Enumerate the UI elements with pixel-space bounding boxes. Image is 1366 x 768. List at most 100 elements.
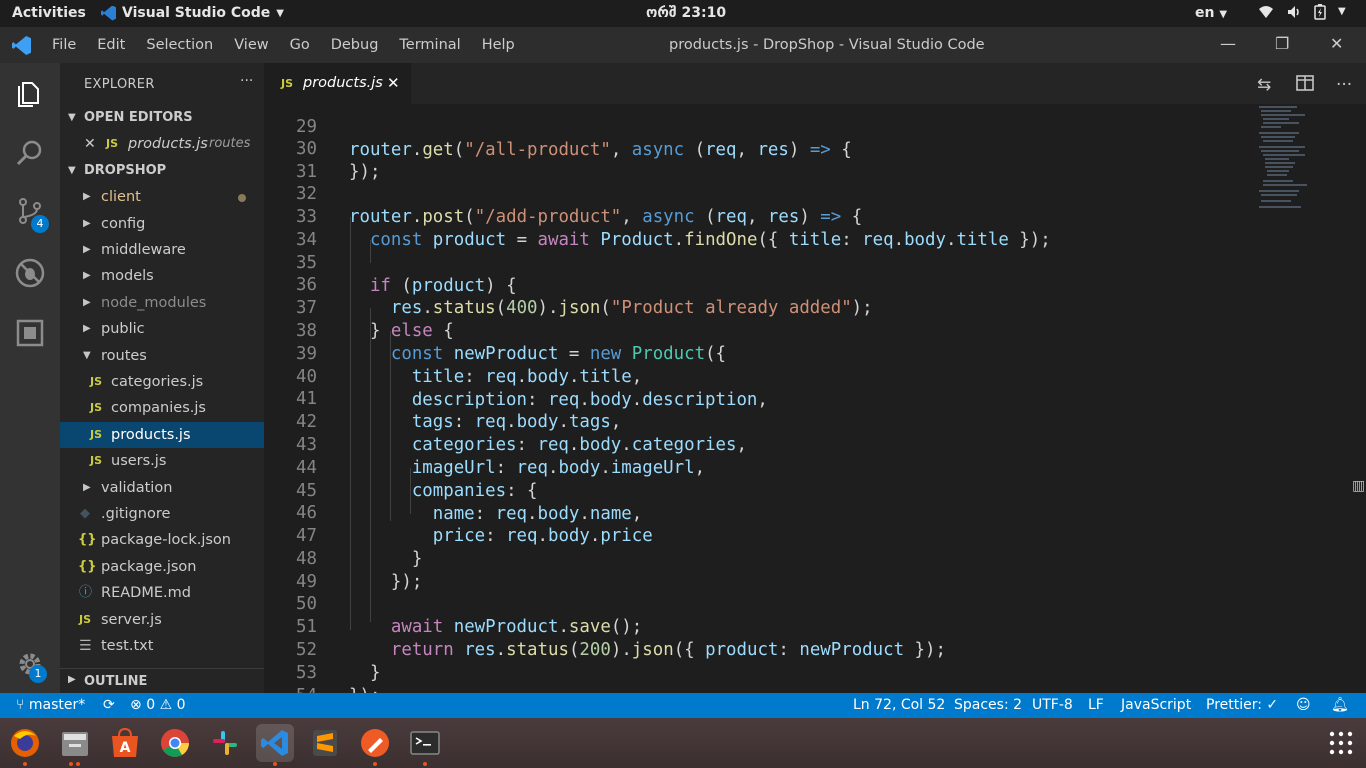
line-code: await newProduct.save(); (390, 617, 643, 637)
menu-edit[interactable]: Edit (97, 37, 125, 53)
sync-icon[interactable]: ⟳ (103, 697, 115, 713)
tree-folder-validation[interactable]: ▶ validation (60, 475, 264, 501)
search-icon[interactable] (14, 137, 46, 169)
tree-folder-routes[interactable]: ▼ routes (60, 343, 264, 369)
line-code: name: req.body.name, (432, 504, 643, 524)
tree-file-products[interactable]: JS products.js (60, 422, 264, 448)
feedback-smiley-icon[interactable]: ☺ (1296, 697, 1311, 713)
open-editor-folder: routes (209, 136, 251, 151)
restore-icon[interactable]: ❐ (1275, 34, 1289, 53)
menu-file[interactable]: File (52, 37, 76, 53)
line-code: if (product) { (369, 276, 517, 296)
terminal-icon[interactable] (406, 724, 444, 762)
chevron-right-icon: ▶ (83, 482, 91, 493)
chevron-right-icon: ▶ (83, 191, 91, 202)
system-clock[interactable]: ორშ 23:10 (646, 5, 726, 21)
close-editor-icon[interactable]: ✕ (84, 131, 96, 157)
open-editor-item[interactable]: ✕ JS products.js routes (60, 131, 264, 157)
tree-folder-middleware[interactable]: ▶ middleware (60, 237, 264, 263)
problems-indicator[interactable]: ⊗ 0 ⚠ 0 (130, 697, 186, 713)
close-tab-icon[interactable]: ✕ (387, 74, 400, 92)
minimap[interactable] (1259, 104, 1334, 224)
close-icon[interactable]: ✕ (1330, 34, 1343, 53)
end-of-line[interactable]: LF (1088, 697, 1104, 713)
code-line: 52 } (264, 616, 380, 683)
slack-icon[interactable] (206, 724, 244, 762)
running-indicator (423, 762, 427, 766)
code-line: 51 return res.status(200).json({ product… (264, 593, 946, 660)
open-editors-header[interactable]: ▼ OPEN EDITORS (60, 107, 264, 129)
tree-file-users[interactable]: JS users.js (60, 448, 264, 474)
software-center-icon[interactable]: A (106, 724, 144, 762)
more-actions-icon[interactable]: ··· (1336, 75, 1352, 95)
vscode-dock-icon[interactable] (256, 724, 294, 762)
code-editor[interactable]: 29 router.get("/all-product", async (req… (264, 104, 1366, 693)
input-language[interactable]: en ▼ (1195, 5, 1227, 21)
menu-go[interactable]: Go (290, 37, 310, 53)
split-editor-icon[interactable] (1296, 75, 1314, 96)
encoding[interactable]: UTF-8 (1032, 697, 1073, 713)
menu-bar: File Edit Selection View Go Debug Termin… (52, 37, 536, 53)
chrome-icon[interactable] (156, 724, 194, 762)
postman-icon[interactable] (356, 724, 394, 762)
firefox-icon[interactable] (6, 724, 44, 762)
tree-folder-models[interactable]: ▶ models (60, 263, 264, 289)
minimize-icon[interactable]: — (1220, 34, 1236, 53)
activities-button[interactable]: Activities (12, 5, 86, 21)
cursor-position[interactable]: Ln 72, Col 52 (853, 697, 945, 713)
system-tray[interactable]: ▼ (1258, 4, 1346, 24)
chevron-right-icon: ▶ (83, 244, 91, 255)
git-branch[interactable]: ⑂ master* (16, 697, 85, 713)
code-line: 41 tags: req.body.tags, (264, 365, 621, 432)
tree-folder-config[interactable]: ▶ config (60, 211, 264, 237)
explorer-icon[interactable] (14, 77, 46, 109)
more-actions-icon[interactable]: ··· (240, 73, 253, 89)
menu-view[interactable]: View (234, 37, 268, 53)
warning-count: 0 (176, 697, 186, 713)
code-line: 31 (264, 138, 317, 182)
tree-file-readme[interactable]: ⓘ README.md (60, 580, 264, 606)
tree-file-test[interactable]: ☰ test.txt (60, 633, 264, 659)
open-changes-icon[interactable]: ⇆ (1257, 75, 1271, 95)
menu-help[interactable]: Help (482, 37, 515, 53)
tree-label: test.txt (101, 638, 154, 654)
tree-label: users.js (111, 453, 167, 469)
line-code: imageUrl: req.body.imageUrl, (411, 458, 706, 478)
files-icon[interactable] (56, 724, 94, 762)
debug-icon[interactable] (14, 257, 46, 289)
tree-label: public (101, 321, 145, 337)
tree-label: README.md (101, 585, 191, 601)
menu-terminal[interactable]: Terminal (399, 37, 460, 53)
json-file-icon: {} (78, 559, 97, 574)
notifications-bell-icon[interactable]: 🔔︎ (1331, 697, 1349, 713)
tree-file-companies[interactable]: JS companies.js (60, 395, 264, 421)
tree-folder-client[interactable]: ▶ client (60, 184, 264, 210)
project-header[interactable]: ▼ DROPSHOP (60, 160, 264, 182)
indentation[interactable]: Spaces: 2 (954, 697, 1022, 713)
prettier-status[interactable]: Prettier: ✓ (1206, 697, 1278, 713)
title-bar: File Edit Selection View Go Debug Termin… (0, 27, 1366, 63)
show-applications-icon[interactable] (1322, 724, 1360, 762)
tab-products-js[interactable]: JS products.js ✕ (264, 63, 411, 104)
chevron-right-icon: ▶ (83, 218, 91, 229)
menu-selection[interactable]: Selection (146, 37, 213, 53)
error-count: 0 (146, 697, 156, 713)
scrollbar-thumb[interactable]: ▥ (1352, 478, 1365, 494)
language-mode[interactable]: JavaScript (1121, 697, 1191, 713)
tree-file-gitignore[interactable]: ◆ .gitignore (60, 501, 264, 527)
app-menu[interactable]: Visual Studio Code ▼ (101, 5, 284, 21)
menu-debug[interactable]: Debug (331, 37, 379, 53)
tree-file-package[interactable]: {} package.json (60, 554, 264, 580)
tree-folder-public[interactable]: ▶ public (60, 316, 264, 342)
open-editor-filename: products.js (128, 136, 208, 152)
code-line: 49 (264, 548, 317, 592)
tree-file-server[interactable]: JS server.js (60, 607, 264, 633)
outline-header[interactable]: ▶ OUTLINE (60, 668, 264, 693)
sublime-text-icon[interactable] (306, 724, 344, 762)
tree-file-categories[interactable]: JS categories.js (60, 369, 264, 395)
line-code: } (349, 549, 423, 569)
tree-file-package-lock[interactable]: {} package-lock.json (60, 527, 264, 553)
tree-folder-node-modules[interactable]: ▶ node_modules (60, 290, 264, 316)
extensions-icon[interactable] (14, 317, 46, 349)
code-line: 35 if (product) { (264, 229, 517, 296)
